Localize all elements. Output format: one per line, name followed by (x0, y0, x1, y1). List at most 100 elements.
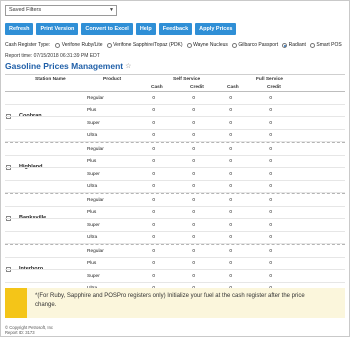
self-credit-price[interactable]: 0 (173, 235, 195, 240)
full-credit-price[interactable]: 0 (250, 133, 272, 138)
self-credit-price[interactable]: 0 (173, 121, 195, 126)
full-cash-price[interactable]: 0 (210, 261, 232, 266)
full-credit-price[interactable]: 0 (250, 108, 272, 113)
product-name: Super (87, 171, 100, 177)
full-cash-price[interactable]: 0 (210, 210, 232, 215)
refresh-button[interactable]: Refresh (5, 23, 34, 35)
station-group: Highland Regular 0 0 0 0 Plus 0 0 0 0 Super 0 0 0 0 Ultr… (5, 143, 345, 194)
full-cash-price[interactable]: 0 (210, 223, 232, 228)
radio-gilbarco-passport[interactable]: Gilbarco Passport (231, 42, 278, 48)
footer: © Copyright Petrosoft, Inc Report ID: 31… (5, 325, 53, 335)
self-cash-price[interactable]: 0 (133, 274, 155, 279)
help-button[interactable]: Help (135, 23, 156, 35)
self-credit-price[interactable]: 0 (173, 261, 195, 266)
header-self-cash: Cash (151, 85, 163, 90)
radio-wayne-nucleus[interactable]: Wayne Nucleus (186, 42, 228, 48)
full-cash-price[interactable]: 0 (210, 198, 232, 203)
convert-to-excel-button[interactable]: Convert to Excel (81, 23, 133, 35)
full-cash-price[interactable]: 0 (210, 96, 232, 101)
full-cash-price[interactable]: 0 (210, 159, 232, 164)
header-full-credit: Credit (267, 85, 281, 90)
product-name: Regular (87, 248, 104, 254)
full-credit-price[interactable]: 0 (250, 261, 272, 266)
radio-dot[interactable] (186, 42, 192, 48)
saved-filters-value: Saved Filters (9, 7, 42, 13)
table-row: Super 0 0 0 0 (5, 270, 345, 283)
full-credit-price[interactable]: 0 (250, 121, 272, 126)
full-credit-price[interactable]: 0 (250, 249, 272, 254)
radio-verifone-sapphire[interactable]: Verifone Sapphire/Topaz (PDK) (106, 42, 183, 48)
radio-dot[interactable] (309, 42, 315, 48)
full-cash-price[interactable]: 0 (210, 274, 232, 279)
full-credit-price[interactable]: 0 (250, 96, 272, 101)
self-credit-price[interactable]: 0 (173, 172, 195, 177)
full-credit-price[interactable]: 0 (250, 198, 272, 203)
print-version-button[interactable]: Print Version (36, 23, 79, 35)
register-type-row: Cash Register Type: Verifone Ruby/Lite V… (5, 42, 342, 48)
self-credit-price[interactable]: 0 (173, 133, 195, 138)
full-cash-price[interactable]: 0 (210, 249, 232, 254)
self-cash-price[interactable]: 0 (133, 172, 155, 177)
apply-prices-button[interactable]: Apply Prices (195, 23, 237, 35)
radio-dot-selected[interactable] (282, 42, 288, 48)
self-cash-price[interactable]: 0 (133, 96, 155, 101)
product-name: Plus (87, 210, 97, 215)
table-row: Ultra 0 0 0 0 (5, 181, 345, 193)
self-credit-price[interactable]: 0 (173, 210, 195, 215)
full-cash-price[interactable]: 0 (210, 133, 232, 138)
full-cash-price[interactable]: 0 (210, 235, 232, 240)
full-cash-price[interactable]: 0 (210, 172, 232, 177)
full-cash-price[interactable]: 0 (210, 147, 232, 152)
self-cash-price[interactable]: 0 (133, 198, 155, 203)
full-credit-price[interactable]: 0 (250, 223, 272, 228)
self-credit-price[interactable]: 0 (173, 198, 195, 203)
radio-dot[interactable] (106, 42, 112, 48)
self-cash-price[interactable]: 0 (133, 223, 155, 228)
self-cash-price[interactable]: 0 (133, 133, 155, 138)
full-cash-price[interactable]: 0 (210, 121, 232, 126)
full-credit-price[interactable]: 0 (250, 159, 272, 164)
table-row: Ultra 0 0 0 0 (5, 130, 345, 142)
feedback-button[interactable]: Feedback (158, 23, 193, 35)
self-cash-price[interactable]: 0 (133, 159, 155, 164)
self-credit-price[interactable]: 0 (173, 108, 195, 113)
full-credit-price[interactable]: 0 (250, 172, 272, 177)
star-icon[interactable]: ☆ (125, 62, 131, 70)
self-credit-price[interactable]: 0 (173, 184, 195, 189)
radio-smart-pos[interactable]: Smart POS (309, 42, 342, 48)
self-cash-price[interactable]: 0 (133, 147, 155, 152)
table-header-sub: Cash Credit Cash Credit (5, 83, 345, 92)
full-cash-price[interactable]: 0 (210, 108, 232, 113)
full-credit-price[interactable]: 0 (250, 184, 272, 189)
self-credit-price[interactable]: 0 (173, 159, 195, 164)
self-credit-price[interactable]: 0 (173, 223, 195, 228)
full-credit-price[interactable]: 0 (250, 235, 272, 240)
full-credit-price[interactable]: 0 (250, 274, 272, 279)
radio-radiant[interactable]: Radiant (282, 42, 306, 48)
self-credit-price[interactable]: 0 (173, 249, 195, 254)
radio-label: Verifone Sapphire/Topaz (PDK) (113, 42, 183, 48)
table-row: Regular 0 0 0 0 (5, 194, 345, 207)
radio-verifone-ruby[interactable]: Verifone Ruby/Lite (55, 42, 103, 48)
table-row: Plus 0 0 0 0 (5, 105, 345, 117)
self-cash-price[interactable]: 0 (133, 261, 155, 266)
self-credit-price[interactable]: 0 (173, 147, 195, 152)
radio-dot[interactable] (231, 42, 237, 48)
self-cash-price[interactable]: 0 (133, 249, 155, 254)
table-row: Super 0 0 0 0 (5, 117, 345, 130)
station-group: Coobran Regular 0 0 0 0 Plus 0 0 0 0 Super 0 0 0 0 Ultra… (5, 92, 345, 143)
radio-dot[interactable] (55, 42, 61, 48)
page-title-text: Gasoline Prices Management (5, 61, 124, 71)
self-credit-price[interactable]: 0 (173, 274, 195, 279)
saved-filters-select[interactable]: Saved Filters ▼ (5, 5, 117, 16)
self-credit-price[interactable]: 0 (173, 96, 195, 101)
note-accent-bar (5, 288, 27, 318)
self-cash-price[interactable]: 0 (133, 210, 155, 215)
full-credit-price[interactable]: 0 (250, 147, 272, 152)
full-cash-price[interactable]: 0 (210, 184, 232, 189)
full-credit-price[interactable]: 0 (250, 210, 272, 215)
self-cash-price[interactable]: 0 (133, 108, 155, 113)
self-cash-price[interactable]: 0 (133, 235, 155, 240)
self-cash-price[interactable]: 0 (133, 184, 155, 189)
self-cash-price[interactable]: 0 (133, 121, 155, 126)
